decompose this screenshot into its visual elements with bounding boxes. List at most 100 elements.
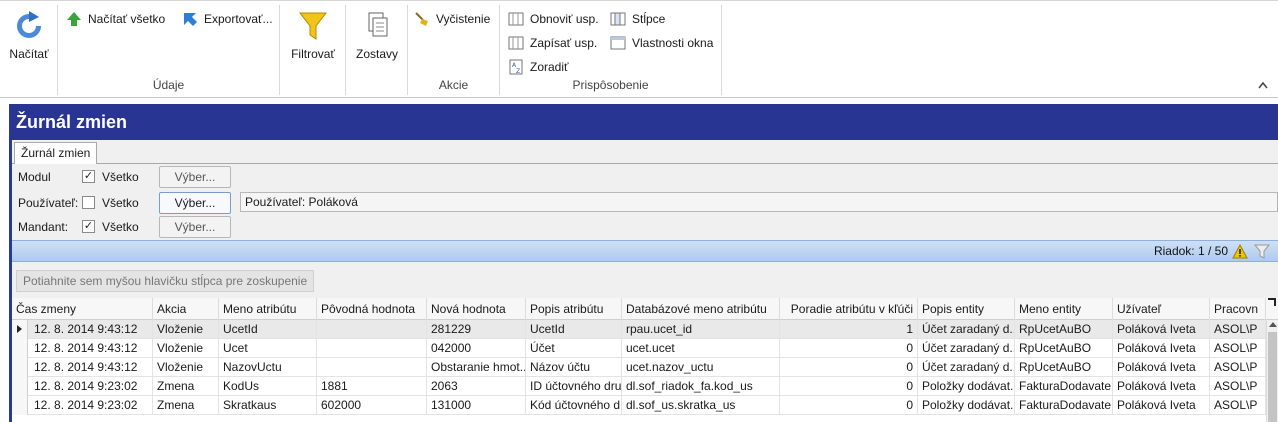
cell-col-attr-desc[interactable]: Kód účtovného d... [526, 396, 622, 415]
cell-col-entity-name[interactable]: RpUcetAuBO [1015, 339, 1113, 358]
cell-col-attr-name[interactable]: Ucet [219, 339, 317, 358]
cell-col-time[interactable]: 12. 8. 2014 9:43:12 [30, 320, 153, 339]
row-indicator[interactable] [12, 339, 28, 358]
cell-col-user[interactable]: Poláková Iveta [1113, 358, 1210, 377]
table-row[interactable]: 12. 8. 2014 9:43:12 Vloženie Ucet 042000 Úče… [12, 339, 1266, 358]
client-all-checkbox[interactable]: ✓ [82, 220, 95, 233]
cell-col-entity-desc[interactable]: Účet zaradaný d... [918, 320, 1015, 339]
reports-button[interactable]: Zostavy [352, 9, 402, 61]
table-row[interactable]: 12. 8. 2014 9:23:02 Zmena KodUs 1881 2063 ID … [12, 377, 1266, 396]
cell-col-attr-desc[interactable]: Názov účtu [526, 358, 622, 377]
cell-col-key-order[interactable]: 0 [780, 358, 918, 377]
row-indicator[interactable] [12, 358, 28, 377]
cell-col-old-value[interactable] [317, 320, 427, 339]
header-col-user[interactable]: Užívateľ [1113, 298, 1210, 320]
cell-col-db-attr-name[interactable]: ucet.nazov_uctu [622, 358, 780, 377]
table-row[interactable]: 12. 8. 2014 9:43:12 Vloženie NazovUctu Obst… [12, 358, 1266, 377]
cell-col-time[interactable]: 12. 8. 2014 9:43:12 [30, 339, 153, 358]
cell-col-new-value[interactable]: 042000 [427, 339, 526, 358]
header-col-key-order[interactable]: Poradie atribútu v kľúči [780, 298, 918, 320]
cell-col-user[interactable]: Poláková Iveta [1113, 339, 1210, 358]
cell-col-workstation[interactable]: ASOL\P [1210, 339, 1266, 358]
cell-col-attr-desc[interactable]: ID účtovného dru... [526, 377, 622, 396]
cell-col-entity-desc[interactable]: Účet zaradaný d... [918, 339, 1015, 358]
cell-col-entity-desc[interactable]: Položky dodávat... [918, 396, 1015, 415]
cell-col-time[interactable]: 12. 8. 2014 9:23:02 [30, 396, 153, 415]
scroll-up-icon[interactable] [1269, 322, 1277, 327]
export-button[interactable]: Exportovať... [182, 9, 273, 29]
load-all-button[interactable]: Načítať všetko [66, 9, 165, 29]
cell-col-workstation[interactable]: ASOL\P [1210, 396, 1266, 415]
cell-col-key-order[interactable]: 0 [780, 396, 918, 415]
columns-button[interactable]: Stĺpce [610, 9, 665, 29]
cell-col-entity-name[interactable]: RpUcetAuBO [1015, 320, 1113, 339]
cell-col-entity-name[interactable]: FakturaDodavate... [1015, 377, 1113, 396]
sort-button[interactable]: A Z Zoradiť [508, 57, 569, 77]
clear-button[interactable]: Vyčistenie [414, 9, 490, 29]
module-choose-button[interactable]: Výber... [159, 166, 231, 188]
cell-col-time[interactable]: 12. 8. 2014 9:43:12 [30, 358, 153, 377]
cell-col-user[interactable]: Poláková Iveta [1113, 377, 1210, 396]
user-choose-button[interactable]: Výber... [159, 192, 231, 214]
cell-col-entity-name[interactable]: FakturaDodavate... [1015, 396, 1113, 415]
header-col-time[interactable]: Čas zmeny [12, 298, 153, 320]
cell-col-entity-desc[interactable]: Účet zaradaný d... [918, 358, 1015, 377]
header-col-entity-name[interactable]: Meno entity [1015, 298, 1113, 320]
window-props-button[interactable]: Vlastnosti okna [610, 33, 713, 53]
header-col-entity-desc[interactable]: Popis entity [918, 298, 1015, 320]
cell-col-time[interactable]: 12. 8. 2014 9:23:02 [30, 377, 153, 396]
cell-col-db-attr-name[interactable]: dl.sof_us.skratka_us [622, 396, 780, 415]
cell-col-workstation[interactable]: ASOL\P [1210, 377, 1266, 396]
row-indicator[interactable] [12, 377, 28, 396]
save-settings-button[interactable]: Zapísať usp. [508, 33, 597, 53]
cell-col-workstation[interactable]: ASOL\P [1210, 358, 1266, 377]
scroll-thumb[interactable] [1268, 332, 1277, 422]
vertical-scrollbar[interactable] [1266, 320, 1278, 422]
refresh-settings-button[interactable]: Obnoviť usp. [508, 9, 599, 29]
header-col-new-value[interactable]: Nová hodnota [427, 298, 526, 320]
table-row[interactable]: 12. 8. 2014 9:43:12 Vloženie UcetId 281229 U… [12, 320, 1266, 339]
cell-col-action[interactable]: Zmena [153, 377, 219, 396]
header-col-attr-name[interactable]: Meno atribútu [219, 298, 317, 320]
header-col-workstation[interactable]: Pracovn [1210, 298, 1266, 320]
cell-col-action[interactable]: Vloženie [153, 320, 219, 339]
cell-col-entity-desc[interactable]: Položky dodávat... [918, 377, 1015, 396]
cell-col-old-value[interactable] [317, 358, 427, 377]
grid-filter-icon[interactable] [1254, 244, 1270, 259]
row-indicator[interactable] [12, 320, 28, 339]
user-all-checkbox[interactable] [82, 196, 95, 209]
group-by-area[interactable]: Potiahnite sem myšou hlavičku stĺpca pre… [12, 262, 1278, 298]
cell-col-old-value[interactable]: 602000 [317, 396, 427, 415]
table-row[interactable]: 12. 8. 2014 9:23:02 Zmena Skratkaus 602000 1… [12, 396, 1266, 415]
cell-col-db-attr-name[interactable]: ucet.ucet [622, 339, 780, 358]
cell-col-attr-desc[interactable]: UcetId [526, 320, 622, 339]
header-col-action[interactable]: Akcia [153, 298, 219, 320]
cell-col-attr-name[interactable]: KodUs [219, 377, 317, 396]
cell-col-attr-name[interactable]: Skratkaus [219, 396, 317, 415]
cell-col-workstation[interactable]: ASOL\P [1210, 320, 1266, 339]
cell-col-entity-name[interactable]: RpUcetAuBO [1015, 358, 1113, 377]
cell-col-key-order[interactable]: 0 [780, 339, 918, 358]
header-col-attr-desc[interactable]: Popis atribútu [526, 298, 622, 320]
cell-col-user[interactable]: Poláková Iveta [1113, 320, 1210, 339]
cell-col-new-value[interactable]: 131000 [427, 396, 526, 415]
load-button[interactable]: Načítať [6, 9, 52, 61]
cell-col-old-value[interactable] [317, 339, 427, 358]
cell-col-new-value[interactable]: 2063 [427, 377, 526, 396]
cell-col-attr-name[interactable]: NazovUctu [219, 358, 317, 377]
cell-col-new-value[interactable]: Obstaranie hmot... [427, 358, 526, 377]
client-choose-button[interactable]: Výber... [159, 216, 231, 238]
filter-button[interactable]: Filtrovať [284, 9, 342, 61]
cell-col-action[interactable]: Zmena [153, 396, 219, 415]
user-selection-field[interactable]: Používateľ: Poláková [240, 192, 1278, 212]
header-col-old-value[interactable]: Pôvodná hodnota [317, 298, 427, 320]
cell-col-attr-name[interactable]: UcetId [219, 320, 317, 339]
cell-col-key-order[interactable]: 1 [780, 320, 918, 339]
collapse-ribbon-icon[interactable] [1258, 81, 1268, 89]
tab-journal[interactable]: Žurnál zmien [14, 142, 98, 165]
cell-col-new-value[interactable]: 281229 [427, 320, 526, 339]
cell-col-attr-desc[interactable]: Účet [526, 339, 622, 358]
cell-col-action[interactable]: Vloženie [153, 358, 219, 377]
row-indicator[interactable] [12, 396, 28, 415]
cell-col-db-attr-name[interactable]: dl.sof_riadok_fa.kod_us [622, 377, 780, 396]
